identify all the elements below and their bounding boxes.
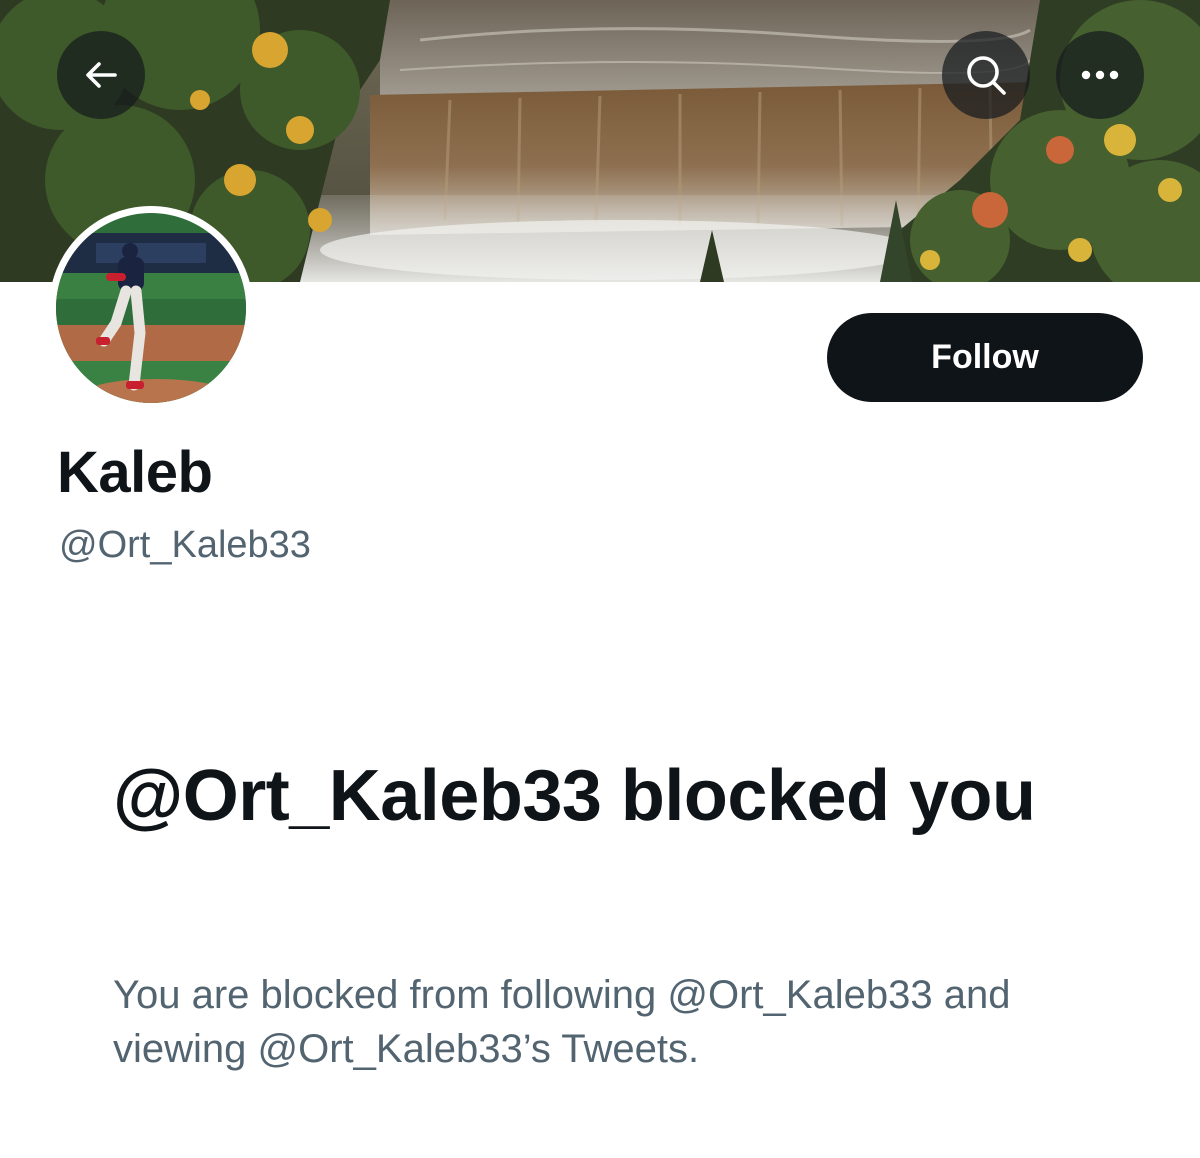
avatar-image	[56, 213, 246, 403]
follow-button[interactable]: Follow	[827, 313, 1143, 402]
follow-button-label: Follow	[931, 338, 1039, 376]
blocked-title: @Ort_Kaleb33 blocked you	[113, 756, 1036, 836]
arrow-left-icon	[81, 55, 121, 95]
back-button[interactable]	[57, 31, 145, 119]
more-horizontal-icon	[1080, 69, 1120, 81]
more-button[interactable]	[1056, 31, 1144, 119]
profile-handle: @Ort_Kaleb33	[59, 524, 311, 566]
search-icon	[963, 52, 1009, 98]
search-button[interactable]	[942, 31, 1030, 119]
blocked-description: You are blocked from following @Ort_Kale…	[113, 973, 1011, 1071]
avatar[interactable]	[49, 206, 253, 410]
profile-page: Follow Kaleb @Ort_Kaleb33 @Ort_Kaleb33 b…	[0, 0, 1200, 1158]
profile-display-name: Kaleb	[57, 440, 213, 505]
